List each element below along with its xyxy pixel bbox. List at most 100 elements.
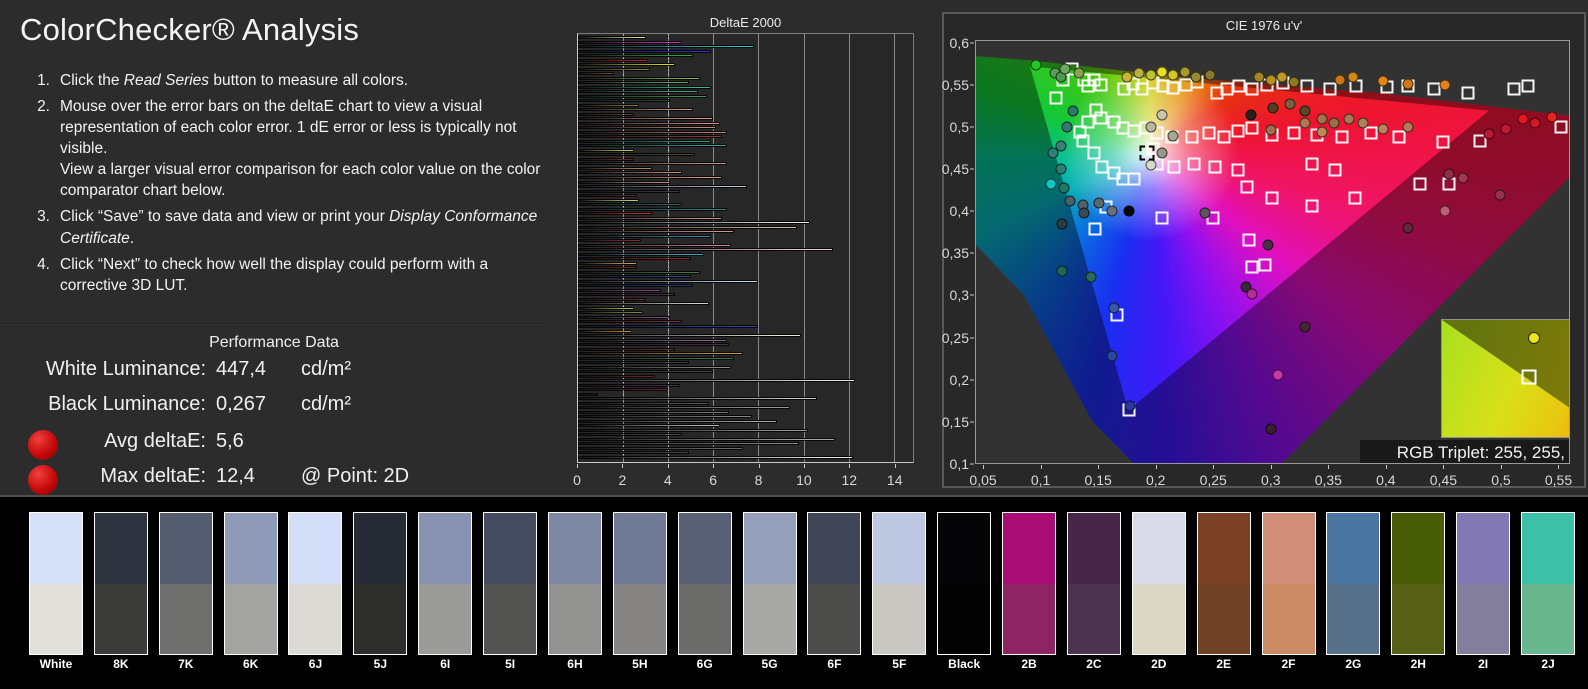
measured-point[interactable]: [1045, 179, 1056, 190]
swatch-black[interactable]: [937, 512, 991, 655]
deltae-error-bar[interactable]: [578, 311, 643, 314]
measured-point[interactable]: [1057, 265, 1068, 276]
measured-point[interactable]: [1403, 122, 1414, 133]
deltae-error-bar[interactable]: [578, 343, 729, 346]
deltae-error-bar[interactable]: [578, 41, 682, 44]
measured-point[interactable]: [1065, 196, 1076, 207]
target-square[interactable]: [1335, 130, 1348, 143]
target-square[interactable]: [1217, 130, 1230, 143]
deltae-error-bar[interactable]: [578, 429, 808, 432]
measured-point[interactable]: [1074, 67, 1085, 78]
measured-point[interactable]: [1300, 322, 1311, 333]
deltae-error-bar[interactable]: [578, 167, 652, 170]
swatch-5i[interactable]: [483, 512, 537, 655]
target-square[interactable]: [1436, 135, 1449, 148]
deltae-error-bar[interactable]: [578, 447, 743, 450]
deltae-error-bar[interactable]: [578, 203, 682, 206]
target-square[interactable]: [1128, 172, 1141, 185]
measured-point[interactable]: [1348, 72, 1359, 83]
deltae-error-bar[interactable]: [578, 248, 833, 251]
deltae-error-bar[interactable]: [578, 117, 713, 120]
measured-point[interactable]: [1518, 114, 1529, 125]
measured-point[interactable]: [1254, 72, 1265, 83]
measured-point[interactable]: [1068, 105, 1079, 116]
measured-point[interactable]: [1288, 77, 1299, 88]
deltae-error-bar[interactable]: [578, 185, 747, 188]
deltae-error-bar[interactable]: [578, 63, 675, 66]
swatch-5h[interactable]: [613, 512, 667, 655]
target-square[interactable]: [1208, 160, 1221, 173]
deltae-error-bar[interactable]: [578, 375, 655, 378]
deltae-error-bar[interactable]: [578, 113, 634, 116]
measured-point[interactable]: [1047, 147, 1058, 158]
swatch-2i[interactable]: [1456, 512, 1510, 655]
deltae-error-bar[interactable]: [578, 144, 727, 147]
measured-point[interactable]: [1057, 218, 1068, 229]
deltae-error-bar[interactable]: [578, 379, 855, 382]
deltae-error-bar[interactable]: [578, 302, 709, 305]
deltae-error-bar[interactable]: [578, 108, 693, 111]
target-square[interactable]: [1427, 82, 1440, 95]
target-square[interactable]: [1259, 259, 1272, 272]
target-square[interactable]: [1413, 178, 1426, 191]
deltae-error-bar[interactable]: [578, 72, 614, 75]
swatch-8k[interactable]: [94, 512, 148, 655]
measured-point[interactable]: [1246, 109, 1257, 120]
deltae-error-bar[interactable]: [578, 284, 693, 287]
measured-point[interactable]: [1268, 103, 1279, 114]
measured-point[interactable]: [1168, 70, 1179, 81]
deltae-error-bar[interactable]: [578, 424, 720, 427]
target-square[interactable]: [1088, 147, 1101, 160]
measured-point[interactable]: [1123, 206, 1134, 217]
measured-point[interactable]: [1055, 164, 1066, 175]
swatch-2g[interactable]: [1326, 512, 1380, 655]
measured-point[interactable]: [1093, 197, 1104, 208]
deltae-error-bar[interactable]: [578, 433, 682, 436]
deltae-error-bar[interactable]: [578, 361, 689, 364]
measured-point[interactable]: [1343, 114, 1354, 125]
deltae-error-bar[interactable]: [578, 257, 691, 260]
measured-point[interactable]: [1317, 126, 1328, 137]
measured-point[interactable]: [1107, 350, 1118, 361]
deltae-error-bar[interactable]: [578, 86, 711, 89]
deltae-error-bar[interactable]: [578, 190, 680, 193]
measured-point[interactable]: [1403, 78, 1414, 89]
target-square[interactable]: [1246, 260, 1259, 273]
measured-point[interactable]: [1378, 124, 1389, 135]
target-square[interactable]: [1082, 80, 1095, 93]
deltae-error-bar[interactable]: [578, 81, 689, 84]
swatch-6k[interactable]: [224, 512, 278, 655]
deltae-error-bar[interactable]: [578, 212, 652, 215]
target-square[interactable]: [1242, 233, 1255, 246]
deltae-error-bar[interactable]: [578, 451, 689, 454]
target-square[interactable]: [1348, 191, 1361, 204]
target-square[interactable]: [1202, 127, 1215, 140]
measured-point[interactable]: [1546, 112, 1557, 123]
measured-point[interactable]: [1440, 206, 1451, 217]
measured-point[interactable]: [1334, 75, 1345, 86]
deltae-error-bar[interactable]: [578, 397, 817, 400]
deltae-error-bar[interactable]: [578, 456, 853, 459]
deltae-error-bar[interactable]: [578, 149, 634, 152]
deltae-error-bar[interactable]: [578, 171, 682, 174]
measured-point[interactable]: [1078, 207, 1089, 218]
target-square[interactable]: [1246, 122, 1259, 135]
deltae-error-bar[interactable]: [578, 415, 752, 418]
deltae-error-bar[interactable]: [578, 244, 731, 247]
target-square[interactable]: [1167, 81, 1180, 94]
swatch-6f[interactable]: [807, 512, 861, 655]
measured-point[interactable]: [1458, 172, 1469, 183]
measured-point[interactable]: [1030, 60, 1041, 71]
deltae-error-bar[interactable]: [578, 162, 727, 165]
measured-point[interactable]: [1085, 271, 1096, 282]
deltae-error-bar[interactable]: [578, 348, 675, 351]
deltae-error-bar[interactable]: [578, 90, 698, 93]
target-square[interactable]: [1329, 164, 1342, 177]
deltae-error-bar[interactable]: [578, 54, 693, 57]
deltae-error-bar[interactable]: [578, 50, 711, 53]
deltae-error-bar[interactable]: [578, 77, 700, 80]
target-square[interactable]: [1306, 158, 1319, 171]
deltae-error-bar[interactable]: [578, 334, 801, 337]
deltae-error-bar[interactable]: [578, 253, 704, 256]
target-square[interactable]: [1240, 180, 1253, 193]
